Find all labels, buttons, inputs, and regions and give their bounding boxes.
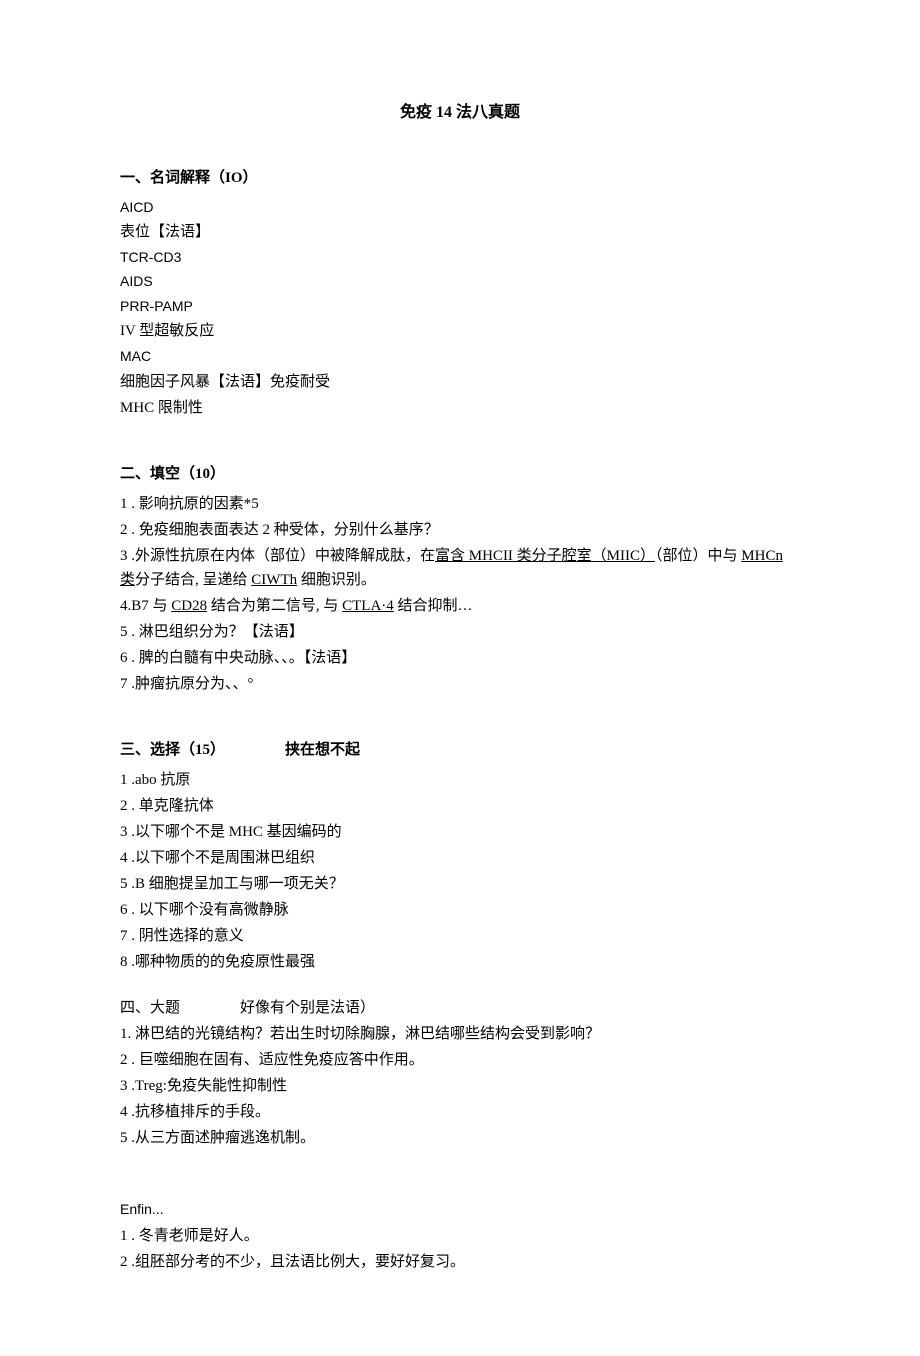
section4-list: 1. 淋巴结的光镜结构？若出生时切除胸腺，淋巴结哪些结构会受到影响？ 2 . 巨… <box>120 1022 800 1150</box>
footer-note: Enfin... <box>120 1198 800 1220</box>
underlined-text: CD28 <box>171 598 207 614</box>
footer-item: 2 .组胚部分考的不少，且法语比例大，要好好复习。 <box>120 1250 800 1274</box>
section3-item: 3 .以下哪个不是 MHC 基因编码的 <box>120 820 800 844</box>
section3-heading-left: 三、选择（15） <box>120 742 225 758</box>
section3-item: 8 .哪种物质的的免疫原性最强 <box>120 950 800 974</box>
section3-item: 4 .以下哪个不是周围淋巴组织 <box>120 846 800 870</box>
text-part: 细胞识别。 <box>297 572 376 588</box>
section1-item: PRR-PAMP <box>120 295 800 317</box>
section1-item: AICD <box>120 196 800 218</box>
section4-item: 5 .从三方面述肿瘤逃逸机制。 <box>120 1126 800 1150</box>
underlined-text: 富含 MHCII 类分子腔室（MIIC） <box>435 548 655 564</box>
underlined-text: CTLA·4 <box>342 598 394 614</box>
section1-item: MAC <box>120 345 800 367</box>
section1-heading: 一、名词解释（IO） <box>120 166 800 190</box>
section2-item: 1 . 影响抗原的因素*5 <box>120 492 800 516</box>
section3-item: 5 .B 细胞提呈加工与哪一项无关？ <box>120 872 800 896</box>
footer-list: 1 . 冬青老师是好人。 2 .组胚部分考的不少，且法语比例大，要好好复习。 <box>120 1224 800 1274</box>
section2-heading: 二、填空（10） <box>120 462 800 486</box>
section3-item: 2 . 单克隆抗体 <box>120 794 800 818</box>
footer-item: 1 . 冬青老师是好人。 <box>120 1224 800 1248</box>
text-part: 结合抑制… <box>394 598 473 614</box>
section3-heading: 三、选择（15） 挟在想不起 <box>120 738 800 762</box>
text-part: 分子结合, 呈递给 <box>135 572 251 588</box>
text-part: 结合为第二信号, 与 <box>207 598 342 614</box>
section4-item: 2 . 巨噬细胞在固有、适应性免疫应答中作用。 <box>120 1048 800 1072</box>
section2-list: 1 . 影响抗原的因素*5 2 . 免疫细胞表面表达 2 种受体，分别什么基序？… <box>120 492 800 696</box>
underlined-text: CIWTh <box>251 572 297 588</box>
section2-item: 7 .肿瘤抗原分为、、° <box>120 672 800 696</box>
section2-item: 5 . 淋巴组织分为？【法语】 <box>120 620 800 644</box>
section3-heading-right: 挟在想不起 <box>285 742 360 758</box>
section1-item: 表位【法语】 <box>120 220 800 244</box>
section1-item: MHC 限制性 <box>120 396 800 420</box>
document-title: 免疫 14 法八真题 <box>120 100 800 126</box>
section4-heading: 四、大题 好像有个别是法语） <box>120 996 800 1020</box>
text-part: 4.B7 与 <box>120 598 171 614</box>
section4-heading-left: 四、大题 <box>120 1000 180 1016</box>
text-part: （部位）中与 <box>655 548 741 564</box>
section3-item: 7 . 阴性选择的意义 <box>120 924 800 948</box>
section1-item: AIDS <box>120 270 800 292</box>
section3-item: 6 . 以下哪个没有高微静脉 <box>120 898 800 922</box>
section1-list: AICD 表位【法语】 TCR-CD3 AIDS PRR-PAMP IV 型超敏… <box>120 196 800 420</box>
text-part: 3 .外源性抗原在内体（部位）中被降解成肽，在 <box>120 548 435 564</box>
section1-item: IV 型超敏反应 <box>120 319 800 343</box>
section4-heading-right: 好像有个别是法语） <box>240 1000 375 1016</box>
section2-item: 2 . 免疫细胞表面表达 2 种受体，分别什么基序？ <box>120 518 800 542</box>
section3-list: 1 .abo 抗原 2 . 单克隆抗体 3 .以下哪个不是 MHC 基因编码的 … <box>120 768 800 974</box>
section4-item: 3 .Treg:免疫失能性抑制性 <box>120 1074 800 1098</box>
section4-item: 1. 淋巴结的光镜结构？若出生时切除胸腺，淋巴结哪些结构会受到影响？ <box>120 1022 800 1046</box>
section2-item: 6 . 脾的白髓有中央动脉、、。【法语】 <box>120 646 800 670</box>
section1-item: 细胞因子风暴【法语】免疫耐受 <box>120 370 800 394</box>
section3-item: 1 .abo 抗原 <box>120 768 800 792</box>
section4-item: 4 .抗移植排斥的手段。 <box>120 1100 800 1124</box>
section1-item: TCR-CD3 <box>120 246 800 268</box>
section2-item: 4.B7 与 CD28 结合为第二信号, 与 CTLA·4 结合抑制… <box>120 594 800 618</box>
section2-item: 3 .外源性抗原在内体（部位）中被降解成肽，在富含 MHCII 类分子腔室（MI… <box>120 544 800 592</box>
